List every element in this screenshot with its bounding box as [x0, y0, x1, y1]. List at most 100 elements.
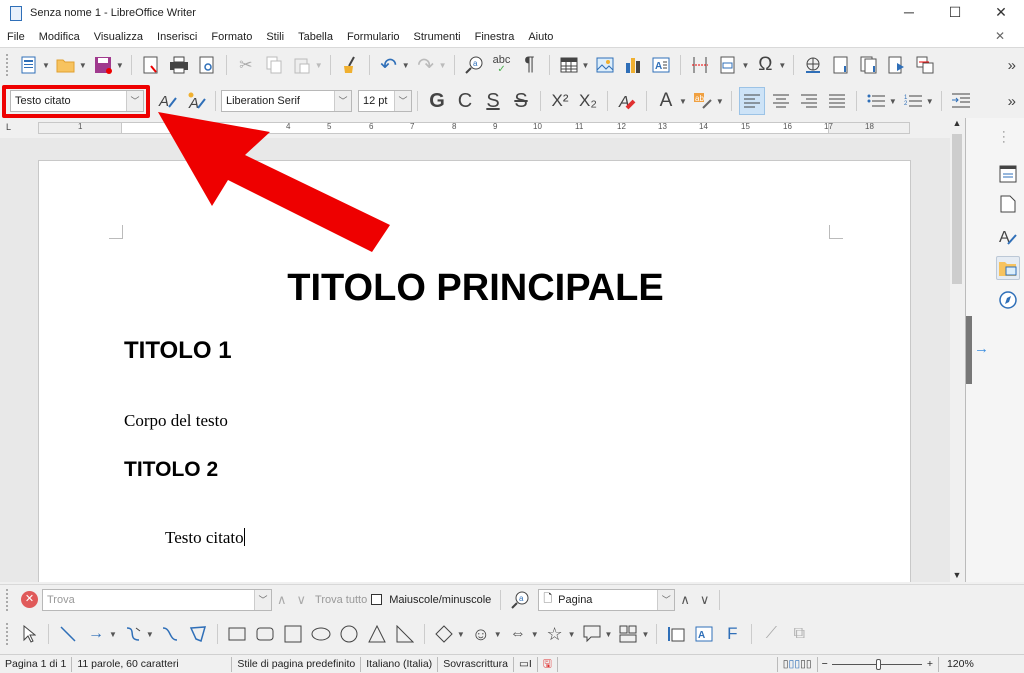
clear-formatting-icon[interactable]: A — [615, 89, 639, 113]
menu-inserisci[interactable]: Inserisci — [150, 31, 204, 43]
paste-dropdown[interactable]: ▼ — [315, 61, 323, 70]
properties-icon[interactable] — [996, 162, 1020, 186]
toolbar-grip[interactable] — [6, 54, 9, 76]
language[interactable]: Italiano (Italia) — [361, 656, 439, 672]
print-icon[interactable] — [167, 53, 191, 77]
insert-cross-reference-icon[interactable] — [913, 53, 937, 77]
basic-shapes-icon[interactable] — [432, 622, 456, 646]
quote-paragraph[interactable]: Testo citato — [165, 528, 245, 548]
vertical-scrollbar[interactable]: ▲ ▼ — [950, 118, 964, 582]
export-pdf-icon[interactable] — [139, 53, 163, 77]
spellcheck-icon[interactable]: abc ✓ — [490, 53, 514, 77]
word-count[interactable]: 11 parole, 60 caratteri — [72, 656, 233, 672]
body-text[interactable]: Corpo del testo — [124, 411, 228, 431]
formatting-toolbar-overflow-button[interactable]: » — [1008, 93, 1016, 110]
paragraph-style-combo[interactable]: Testo citato ﹀ — [10, 90, 144, 112]
unordered-list-icon[interactable] — [864, 89, 888, 113]
font-color-dropdown[interactable]: ▼ — [679, 97, 687, 106]
insert-chart-icon[interactable] — [621, 53, 645, 77]
formatting-marks-icon[interactable]: ¶ — [518, 53, 542, 77]
underline-button[interactable]: S — [481, 89, 505, 113]
justify-button[interactable] — [825, 89, 849, 113]
document-area[interactable]: TITOLO PRINCIPALE TITOLO 1 Corpo del tes… — [0, 138, 950, 582]
sidebar-expand-arrow-icon[interactable]: → — [974, 340, 989, 357]
navigate-by-select[interactable]: 🗋 Pagina ﹀ — [538, 588, 676, 611]
ordered-list-dropdown[interactable]: ▼ — [926, 97, 934, 106]
find-replace-icon[interactable]: a — [462, 53, 486, 77]
navigator-icon[interactable] — [996, 288, 1020, 312]
insert-image-icon[interactable] — [593, 53, 617, 77]
insert-field-dropdown[interactable]: ▼ — [741, 61, 749, 70]
zoom-in-button[interactable]: + — [927, 658, 933, 670]
clone-formatting-icon[interactable] — [338, 53, 362, 77]
polygon-icon[interactable] — [186, 622, 210, 646]
align-right-button[interactable] — [797, 89, 821, 113]
menu-formulario[interactable]: Formulario — [340, 31, 407, 43]
strikethrough-button[interactable]: S — [509, 89, 533, 113]
font-color-button[interactable]: A — [654, 89, 678, 113]
navigate-next-icon[interactable]: ∨ — [700, 592, 710, 608]
menu-aiuto[interactable]: Aiuto — [521, 31, 560, 43]
special-character-dropdown[interactable]: ▼ — [778, 61, 786, 70]
font-size-combo[interactable]: 12 pt ﹀ — [358, 90, 412, 112]
stars-icon[interactable]: ☆ — [543, 622, 567, 646]
rounded-rectangle-icon[interactable] — [253, 622, 277, 646]
toolbar-grip[interactable] — [6, 623, 9, 645]
open-dropdown[interactable]: ▼ — [79, 61, 87, 70]
undo-dropdown[interactable]: ▼ — [402, 61, 410, 70]
menu-file[interactable]: File — [0, 31, 32, 43]
navigate-by-dropdown[interactable]: ﹀ — [657, 589, 675, 610]
heading-1[interactable]: TITOLO 1 — [124, 337, 232, 365]
main-title[interactable]: TITOLO PRINCIPALE — [39, 267, 912, 310]
stars-dropdown[interactable]: ▼ — [568, 630, 576, 639]
paragraph-style-dropdown[interactable]: ﹀ — [126, 91, 143, 111]
square-icon[interactable] — [281, 622, 305, 646]
line-arrow-dropdown[interactable]: ▼ — [109, 630, 117, 639]
callouts-dropdown[interactable]: ▼ — [605, 630, 613, 639]
toolbar-grip[interactable] — [6, 588, 9, 611]
rectangle-icon[interactable] — [225, 622, 249, 646]
italic-button[interactable]: C — [453, 89, 477, 113]
callouts-icon[interactable] — [580, 622, 604, 646]
line-icon[interactable] — [56, 622, 80, 646]
bold-button[interactable]: G — [425, 89, 449, 113]
find-previous-icon[interactable]: ∧ — [277, 592, 287, 608]
close-findbar-icon[interactable]: ✕ — [21, 591, 38, 608]
menu-stili[interactable]: Stili — [259, 31, 291, 43]
special-character-icon[interactable]: Ω — [753, 53, 777, 77]
align-center-button[interactable] — [769, 89, 793, 113]
unordered-list-dropdown[interactable]: ▼ — [889, 97, 897, 106]
sidebar-collapse-handle[interactable] — [966, 316, 972, 384]
page-indicator[interactable]: Pagina 1 di 1 — [0, 656, 73, 672]
insert-page-break-icon[interactable] — [688, 53, 712, 77]
superscript-button[interactable]: X² — [548, 89, 572, 113]
zoom-level[interactable]: 120% — [937, 656, 979, 672]
fontwork-icon[interactable]: F — [720, 622, 744, 646]
increase-indent-icon[interactable] — [949, 89, 973, 113]
extrusion-icon[interactable]: ⧉ — [787, 622, 811, 646]
ellipse-icon[interactable] — [309, 622, 333, 646]
insert-endnote-icon[interactable] — [857, 53, 881, 77]
copy-icon[interactable] — [262, 53, 286, 77]
redo-dropdown[interactable]: ▼ — [439, 61, 447, 70]
menu-formato[interactable]: Formato — [204, 31, 259, 43]
insert-table-icon[interactable] — [557, 53, 581, 77]
toolbar-overflow-button[interactable]: » — [1008, 57, 1016, 74]
search-history-dropdown[interactable]: ﹀ — [254, 589, 271, 610]
open-folder-icon[interactable] — [54, 53, 78, 77]
close-document-icon[interactable]: ✕ — [988, 29, 1012, 43]
insert-bookmark-icon[interactable] — [885, 53, 909, 77]
zoom-out-button[interactable]: − — [822, 658, 828, 670]
font-name-dropdown[interactable]: ﹀ — [334, 91, 351, 111]
insert-caption-icon[interactable] — [664, 622, 688, 646]
scroll-down-icon[interactable]: ▼ — [950, 570, 964, 580]
block-arrows-icon[interactable]: ⇔ — [506, 622, 530, 646]
align-left-button[interactable] — [738, 87, 765, 115]
menu-tabella[interactable]: Tabella — [291, 31, 340, 43]
new-document-icon[interactable] — [17, 53, 41, 77]
navigate-previous-icon[interactable]: ∧ — [680, 592, 690, 608]
insert-field-icon[interactable] — [716, 53, 740, 77]
save-dropdown[interactable]: ▼ — [116, 61, 124, 70]
circle-icon[interactable] — [337, 622, 361, 646]
selection-mode-icon[interactable]: ▭I — [514, 656, 538, 672]
